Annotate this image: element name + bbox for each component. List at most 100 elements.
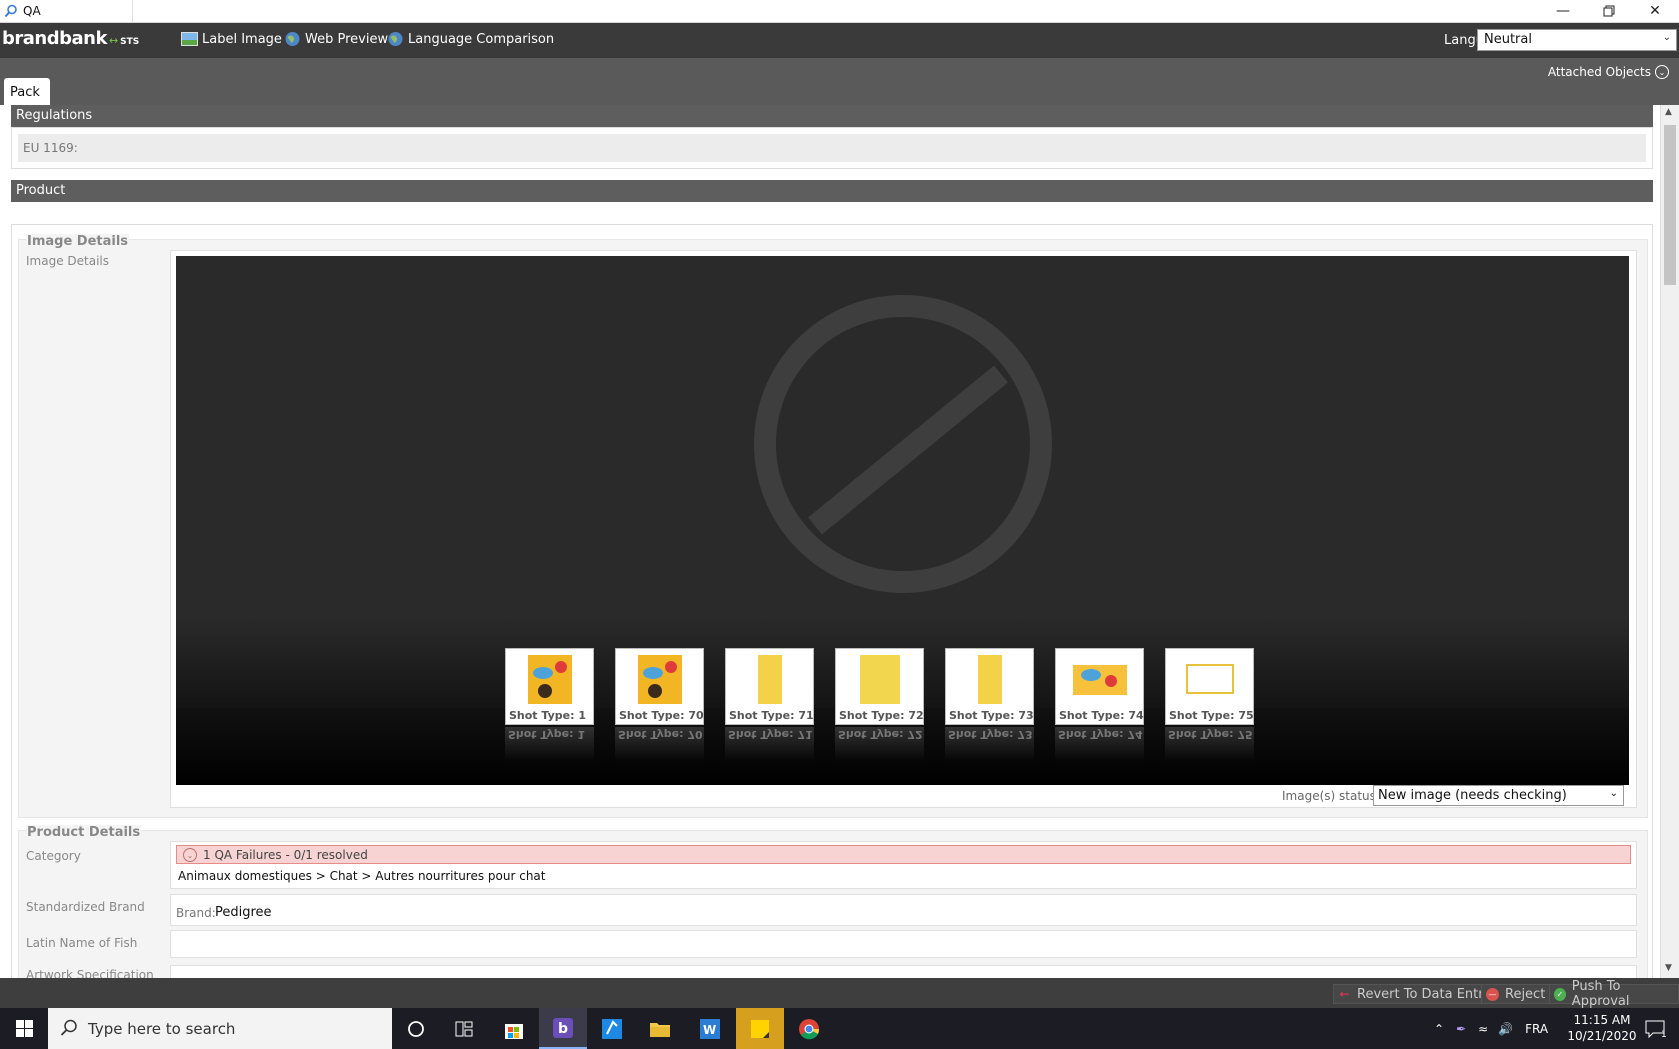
qa-failure-text: 1 QA Failures - 0/1 resolved — [203, 848, 368, 862]
cortana-icon — [408, 1020, 424, 1037]
attached-objects-toggle[interactable]: Attached Objects ⌄ — [1548, 65, 1669, 79]
notification-count: 1 — [1661, 1030, 1667, 1040]
thumbnail-image — [1061, 653, 1139, 706]
scroll-thumb[interactable] — [1664, 125, 1676, 285]
image-thumbnail[interactable]: Shot Type: 75 — [1165, 648, 1254, 725]
image-thumbnail[interactable]: Shot Type: 74 — [1055, 648, 1144, 725]
tab-pack[interactable]: Pack — [4, 78, 50, 105]
reject-button[interactable]: — Reject — [1481, 984, 1553, 1004]
image-carousel[interactable]: Shot Type: 1 Shot Type: 1 Shot Type: 70 Sho… — [176, 256, 1629, 785]
wifi-icon[interactable]: ≈ — [1478, 1022, 1488, 1036]
reject-icon: — — [1486, 987, 1499, 1001]
nav-label: Web Preview — [305, 31, 389, 47]
store-icon — [505, 1023, 523, 1039]
file-explorer-app[interactable] — [636, 1008, 684, 1049]
input-language[interactable]: FRA — [1525, 1022, 1548, 1036]
image-thumbnail[interactable]: Shot Type: 1 — [505, 648, 594, 725]
scroll-down-icon[interactable]: ▼ — [1665, 963, 1672, 973]
chevron-up-icon[interactable]: ⌃ — [1434, 1022, 1444, 1036]
thumbnail-image — [951, 653, 1029, 706]
start-button[interactable] — [0, 1008, 48, 1049]
category-field: ⌄ 1 QA Failures - 0/1 resolved Animaux d… — [170, 841, 1637, 889]
standardized-brand-label: Standardized Brand — [26, 900, 145, 914]
thumbnail-caption: Shot Type: 70 — [619, 709, 704, 722]
store-app[interactable] — [490, 1008, 538, 1049]
restore-icon — [1603, 5, 1615, 17]
product-header[interactable]: Product — [11, 180, 1653, 202]
restore-button[interactable] — [1586, 0, 1632, 22]
search-placeholder: Type here to search — [88, 1019, 236, 1038]
image-thumbnail[interactable]: Shot Type: 70 — [615, 648, 704, 725]
regulations-header[interactable]: Regulations — [11, 105, 1653, 127]
thumbnail-image — [731, 653, 809, 706]
brand-field[interactable]: Brand: Pedigree — [170, 894, 1637, 926]
taskbar-clock[interactable]: 11:15 AM 10/21/2020 — [1562, 1012, 1642, 1044]
task-view-button[interactable] — [440, 1008, 488, 1049]
brandbank-app[interactable]: b — [539, 1008, 587, 1049]
thumbnail-reflection: Shot Type: 72 — [835, 727, 924, 761]
thumbnail-reflection-caption: Shot Type: 1 — [508, 728, 585, 741]
image-details-title: Image Details — [26, 234, 130, 249]
chevron-down-icon: ⌄ — [1662, 32, 1671, 43]
thumbnail-reflection-caption: Shot Type: 75 — [1168, 728, 1253, 741]
reject-label: Reject — [1505, 986, 1546, 1002]
image-thumbnail[interactable]: Shot Type: 71 — [725, 648, 814, 725]
image-thumbnail[interactable]: Shot Type: 72 — [835, 648, 924, 725]
revert-label: Revert To Data Entry — [1357, 986, 1492, 1002]
word-app[interactable]: W — [686, 1008, 734, 1049]
image-thumbnail[interactable]: Shot Type: 73 — [945, 648, 1034, 725]
thumbnail-reflection-caption: Shot Type: 74 — [1058, 728, 1143, 741]
scroll-up-icon[interactable]: ▲ — [1665, 107, 1672, 117]
qa-failure-bar[interactable]: ⌄ 1 QA Failures - 0/1 resolved — [176, 845, 1631, 864]
chrome-app[interactable] — [785, 1008, 833, 1049]
minimize-button[interactable]: — — [1540, 0, 1586, 22]
thumbnail-caption: Shot Type: 71 — [729, 709, 814, 722]
close-button[interactable]: ✕ — [1632, 0, 1678, 22]
push-approval-button[interactable]: ✓ Push To Approval — [1549, 979, 1679, 1009]
phone-app[interactable] — [588, 1008, 636, 1049]
nav-label: Language Comparison — [408, 31, 555, 47]
latin-name-label: Latin Name of Fish — [26, 936, 138, 950]
category-label: Category — [26, 849, 81, 863]
thumbnail-caption: Shot Type: 72 — [839, 709, 924, 722]
image-details-group: Image Details Image Details Shot Type: 1… — [18, 234, 1648, 818]
brandbank-logo: brandbank ↔ STS — [2, 28, 139, 52]
image-details-label: Image Details — [26, 254, 109, 268]
attached-objects-label: Attached Objects — [1547, 65, 1651, 79]
tab-strip: Attached Objects ⌄ Pack — [0, 58, 1679, 105]
chevron-down-icon: ⌄ — [1609, 788, 1618, 799]
app-header: brandbank ↔ STS Label Image Web Preview La… — [0, 23, 1679, 58]
clock-time: 11:15 AM — [1573, 1013, 1631, 1027]
language-select[interactable]: Neutral ⌄ — [1477, 29, 1677, 51]
cortana-button[interactable] — [392, 1008, 440, 1049]
phone-icon — [602, 1018, 622, 1039]
vertical-scrollbar[interactable]: ▲ ▼ — [1660, 105, 1679, 978]
sticky-notes-app[interactable] — [736, 1008, 784, 1049]
folder-icon — [650, 1022, 670, 1037]
image-status-select[interactable]: New image (needs checking) ⌄ — [1373, 785, 1624, 806]
product-details-group: Product Details Category ⌄ 1 QA Failures… — [18, 825, 1648, 978]
product-details-title: Product Details — [26, 825, 142, 840]
svg-text:W: W — [703, 1023, 716, 1037]
chrome-icon — [799, 1018, 820, 1039]
artwork-spec-field[interactable] — [170, 965, 1637, 978]
nav-label-image[interactable]: Label Image — [181, 31, 282, 47]
brandbank-icon: b — [553, 1017, 573, 1038]
taskbar-search[interactable]: Type here to search — [48, 1008, 392, 1049]
thumbnail-reflection: Shot Type: 75 — [1165, 727, 1254, 761]
artwork-spec-label: Artwork Specification — [26, 968, 154, 978]
brand-value: Pedigree — [215, 905, 272, 920]
revert-button[interactable]: ← Revert To Data Entry — [1333, 984, 1499, 1004]
nav-web-preview[interactable]: Web Preview — [284, 31, 388, 47]
nav-language-comparison[interactable]: Language Comparison — [387, 31, 554, 47]
latin-name-field[interactable] — [170, 930, 1637, 958]
close-icon: ✕ — [1649, 3, 1661, 19]
image-icon — [181, 32, 198, 46]
thumbnail-caption: Shot Type: 75 — [1169, 709, 1254, 722]
thumbnail-caption: Shot Type: 1 — [509, 709, 586, 722]
sticky-notes-icon — [751, 1019, 769, 1038]
volume-icon[interactable]: 🔊 — [1498, 1022, 1513, 1036]
main-content: Regulations EU 1169: Product Image Detai… — [0, 105, 1660, 978]
notification-center-button[interactable]: 1 — [1631, 1008, 1679, 1049]
pen-icon[interactable]: ✒ — [1456, 1022, 1466, 1036]
